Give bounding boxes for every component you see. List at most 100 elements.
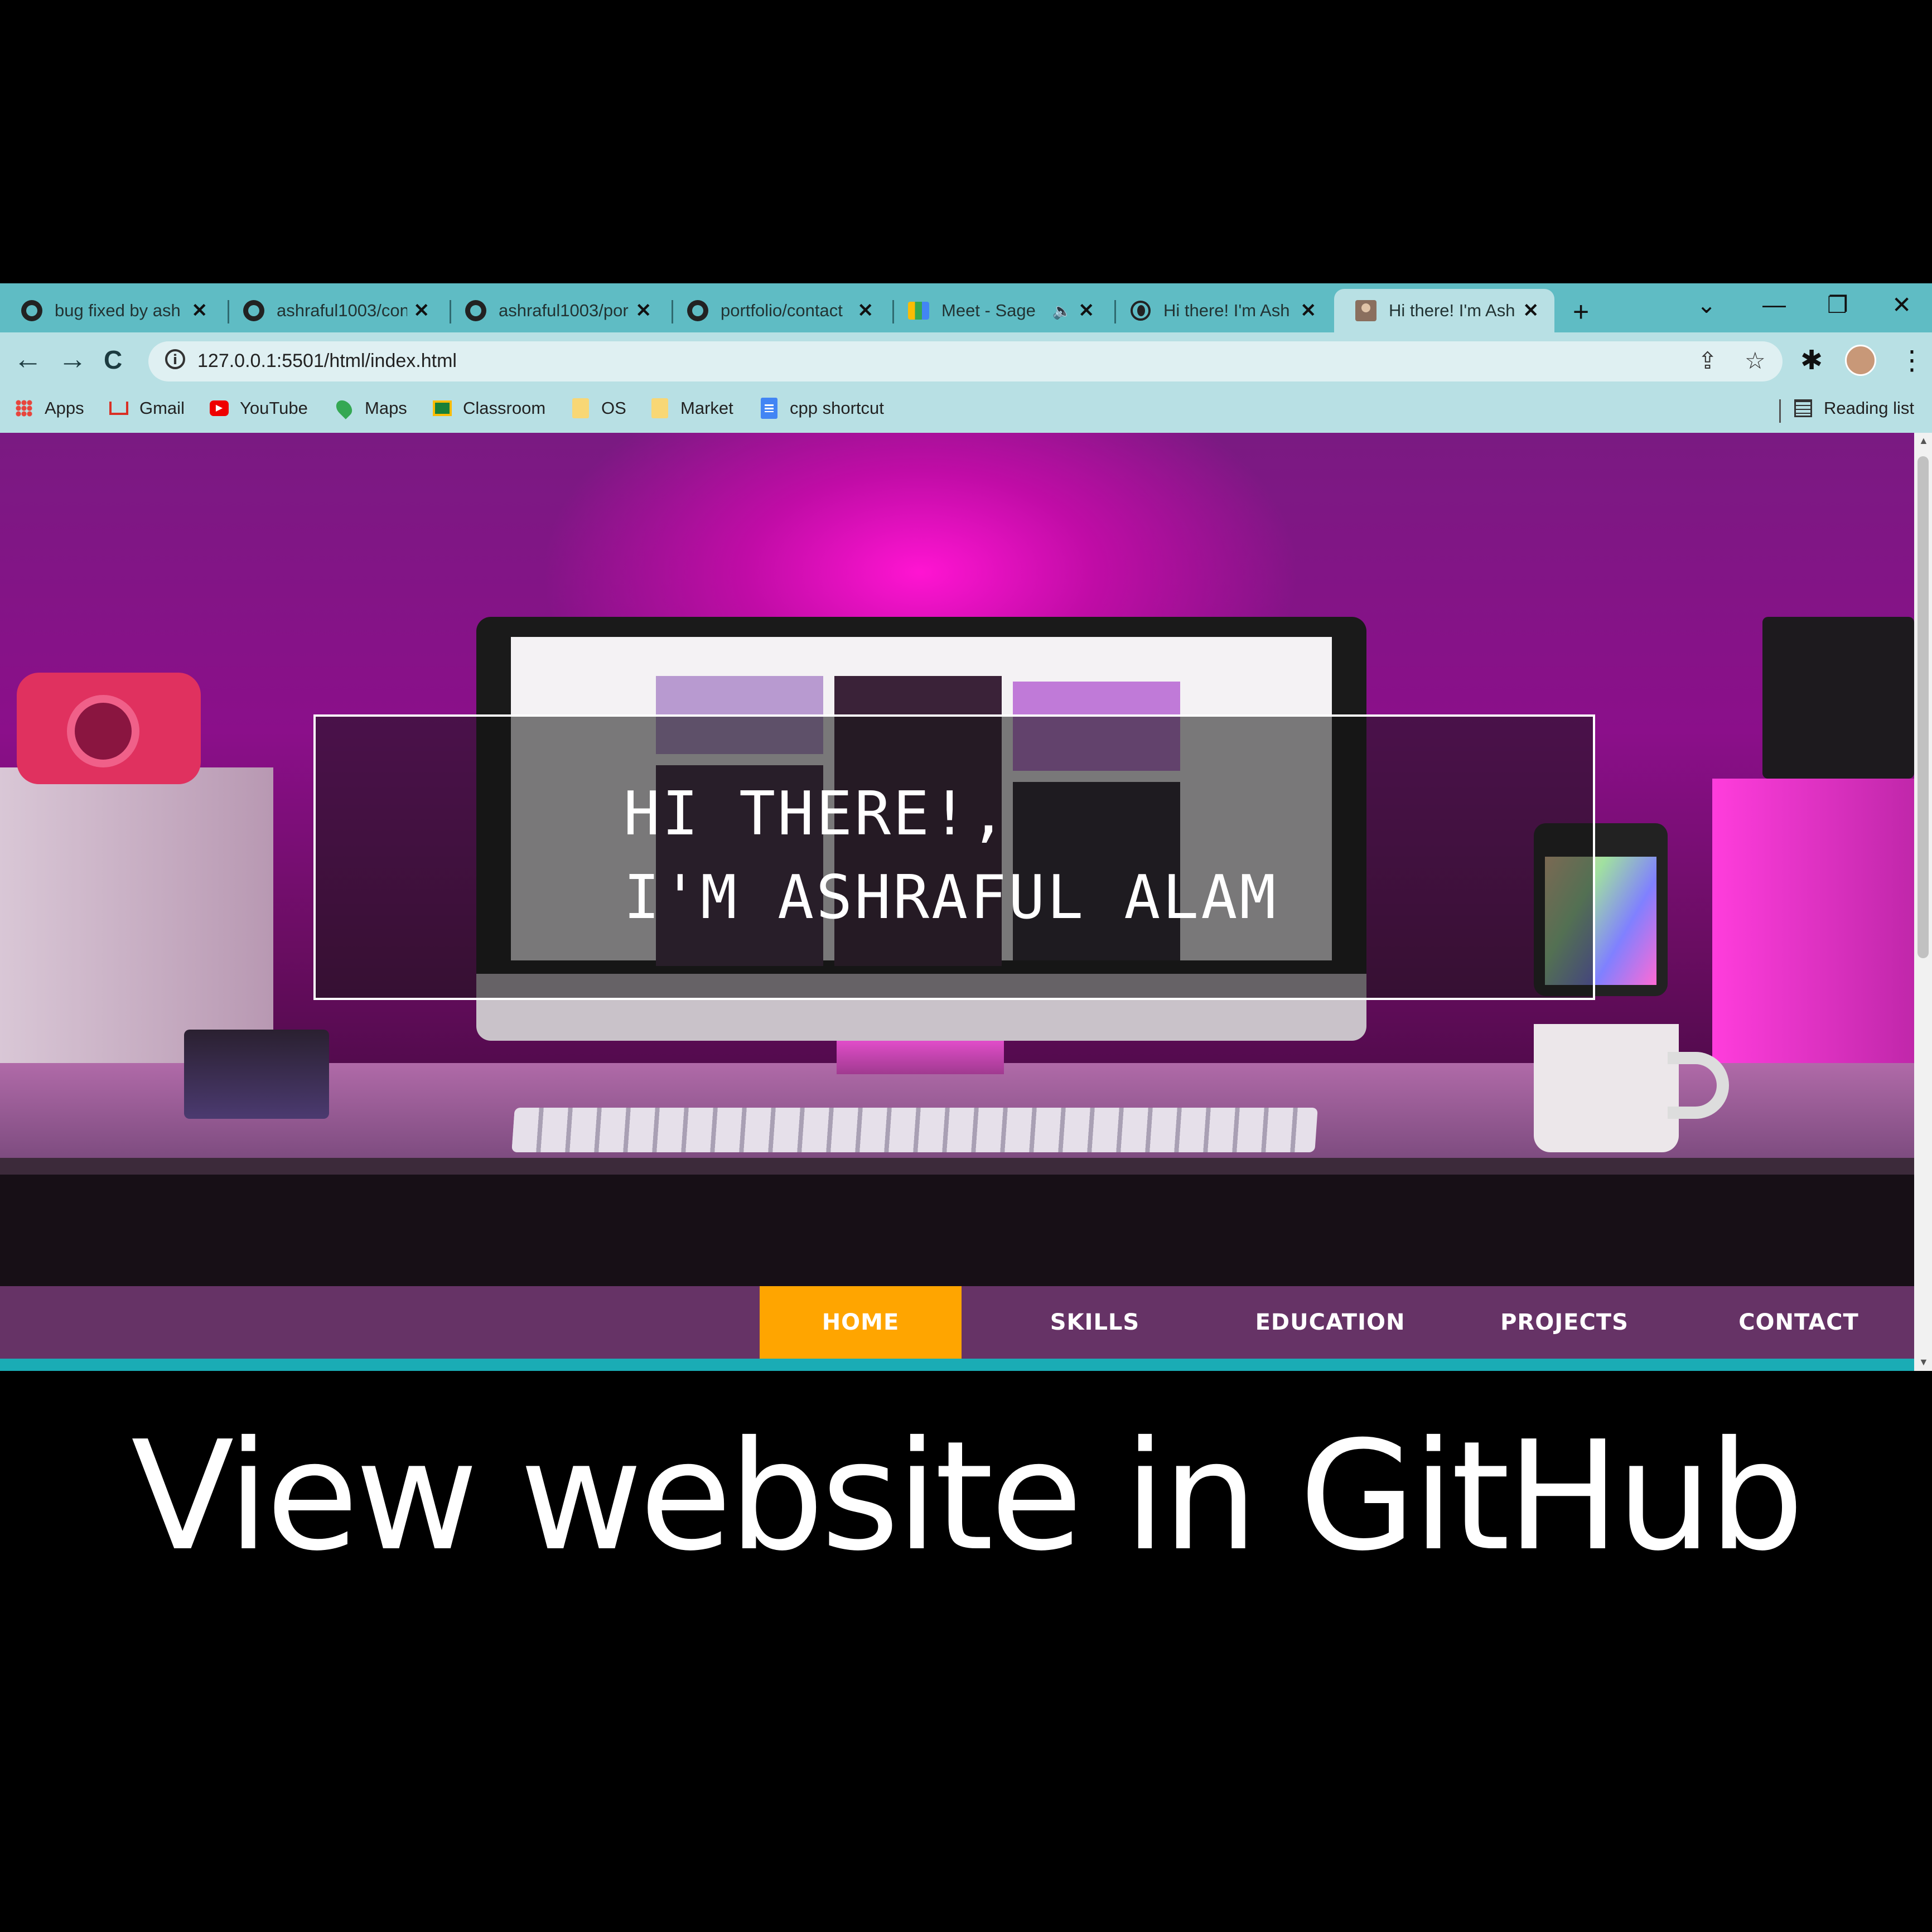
bookmark-star-icon[interactable]: ☆	[1745, 347, 1766, 374]
window-close-button[interactable]: ✕	[1892, 291, 1911, 318]
github-icon	[687, 300, 708, 321]
profile-photo-icon	[1355, 300, 1376, 321]
site-navbar: HOME SKILLS EDUCATION PROJECTS CONTACT	[0, 1286, 1914, 1359]
restore-button[interactable]: ❐	[1827, 291, 1848, 318]
tab-search-icon[interactable]: ⌄	[1697, 291, 1716, 318]
extensions-icon[interactable]: ✱	[1800, 345, 1823, 376]
close-icon[interactable]: ✕	[192, 300, 208, 322]
bookmark-youtube[interactable]: ▶ YouTube	[210, 398, 308, 418]
tab-hi-there[interactable]: Hi there! I'm Ash ✕	[1109, 289, 1332, 332]
reload-button[interactable]: C	[104, 345, 122, 375]
bookmark-label: Classroom	[463, 398, 546, 418]
tab-bug-fixed[interactable]: bug fixed by ash ✕	[0, 289, 223, 332]
close-icon[interactable]: ✕	[858, 300, 874, 322]
browser-toolbar: ← → C i 127.0.0.1:5501/html/index.html ⇪…	[0, 332, 1932, 390]
tab-title: ashraful1003/con	[277, 301, 407, 320]
globe-icon	[1130, 300, 1151, 321]
speaker	[1762, 617, 1914, 779]
gmail-icon	[109, 399, 128, 418]
nav-education[interactable]: EDUCATION	[1229, 1286, 1431, 1359]
bookmark-separator	[1779, 399, 1781, 423]
bookmark-apps[interactable]: Apps	[15, 398, 84, 418]
nav-contact[interactable]: CONTACT	[1698, 1286, 1900, 1359]
tab-hi-there-active[interactable]: Hi there! I'm Ash ✕	[1334, 289, 1554, 332]
cabinet-right	[1712, 779, 1914, 1080]
instant-camera	[17, 673, 201, 784]
nav-home[interactable]: HOME	[760, 1286, 962, 1359]
nav-skills[interactable]: SKILLS	[994, 1286, 1196, 1359]
desk-edge	[0, 1158, 1914, 1175]
maps-icon	[333, 397, 355, 419]
close-icon[interactable]: ✕	[636, 300, 652, 322]
tab-meet[interactable]: Meet - Sage 🔈 ✕	[887, 289, 1110, 332]
bookmark-cpp-shortcut[interactable]: cpp shortcut	[760, 398, 884, 419]
google-meet-icon	[908, 300, 929, 321]
page-viewport: HI THERE!, I'M ASHRAFUL ALAM HOME SKILLS…	[0, 433, 1914, 1371]
close-icon[interactable]: ✕	[1301, 300, 1317, 322]
monitor-stand-glow	[837, 1041, 1004, 1074]
bookmark-market[interactable]: Market	[650, 398, 733, 418]
new-tab-button[interactable]: +	[1573, 296, 1589, 328]
site-info-icon[interactable]: i	[165, 349, 185, 369]
caption-text: View website in GitHub	[131, 1408, 1804, 1584]
mug	[1534, 1024, 1679, 1152]
bookmark-os[interactable]: OS	[571, 398, 626, 418]
tab-ashraful-por[interactable]: ashraful1003/por ✕	[444, 289, 667, 332]
navbar-bottom-border	[0, 1359, 1914, 1371]
youtube-icon: ▶	[210, 399, 229, 418]
tab-title: portfolio/contact	[721, 301, 843, 320]
tab-ashraful-con[interactable]: ashraful1003/con ✕	[222, 289, 445, 332]
folder-icon	[650, 398, 669, 418]
intro-box: HI THERE!, I'M ASHRAFUL ALAM	[313, 714, 1595, 1000]
reading-list-icon	[1794, 399, 1813, 418]
tab-strip: bug fixed by ash ✕ ashraful1003/con ✕ as…	[0, 283, 1932, 332]
tab-title: ashraful1003/por	[499, 301, 629, 320]
browser-window: bug fixed by ash ✕ ashraful1003/con ✕ as…	[0, 283, 1932, 1371]
browser-menu-icon[interactable]: ⋮	[1899, 345, 1925, 376]
bookmark-gmail[interactable]: Gmail	[109, 398, 185, 418]
reading-list-label: Reading list	[1824, 398, 1914, 418]
keyboard	[511, 1108, 1318, 1152]
bookmark-classroom[interactable]: Classroom	[433, 398, 545, 418]
scroll-up-icon[interactable]: ▲	[1919, 435, 1929, 447]
classroom-icon	[433, 399, 452, 418]
share-icon[interactable]: ⇪	[1698, 347, 1717, 374]
minimize-button[interactable]: —	[1762, 291, 1786, 318]
close-icon[interactable]: ✕	[1523, 300, 1539, 322]
bookmark-label: Maps	[365, 398, 407, 418]
close-icon[interactable]: ✕	[1079, 300, 1095, 322]
back-button[interactable]: ←	[13, 342, 42, 376]
scroll-thumb[interactable]	[1917, 456, 1929, 958]
address-bar[interactable]: i 127.0.0.1:5501/html/index.html ⇪ ☆	[148, 341, 1783, 381]
audio-playing-icon[interactable]: 🔈	[1052, 302, 1072, 320]
github-icon	[21, 300, 42, 321]
hero-background-image: HI THERE!, I'M ASHRAFUL ALAM	[0, 433, 1914, 1286]
tab-title: Hi there! I'm Ash	[1163, 301, 1290, 320]
page-scrollbar[interactable]: ▲ ▼	[1914, 433, 1932, 1371]
bookmark-label: Gmail	[139, 398, 185, 418]
bookmark-maps[interactable]: Maps	[333, 397, 407, 419]
github-icon	[465, 300, 486, 321]
intro-greeting: HI THERE!,	[624, 779, 1009, 849]
tab-title: Hi there! I'm Ash	[1389, 301, 1515, 320]
desk-shadow	[0, 1175, 1914, 1286]
intro-name: I'M ASHRAFUL ALAM	[624, 863, 1278, 933]
forward-button[interactable]: →	[58, 342, 87, 376]
bookmark-label: cpp shortcut	[790, 398, 884, 418]
scroll-down-icon[interactable]: ▼	[1919, 1356, 1929, 1368]
nav-projects[interactable]: PROJECTS	[1464, 1286, 1665, 1359]
github-icon	[243, 300, 264, 321]
folder-icon	[571, 398, 590, 418]
apps-icon	[15, 399, 33, 418]
candle	[184, 1030, 329, 1119]
tab-portfolio-contact[interactable]: portfolio/contact ✕	[666, 289, 889, 332]
reading-list-button[interactable]: Reading list	[1794, 398, 1914, 418]
close-icon[interactable]: ✕	[414, 300, 430, 322]
profile-avatar[interactable]	[1845, 345, 1876, 376]
docs-icon	[760, 398, 779, 419]
bookmark-label: Apps	[45, 398, 84, 418]
bookmark-label: YouTube	[240, 398, 308, 418]
bookmark-label: OS	[601, 398, 626, 418]
url-text[interactable]: 127.0.0.1:5501/html/index.html	[197, 350, 457, 372]
tab-title: Meet - Sage	[941, 301, 1036, 320]
